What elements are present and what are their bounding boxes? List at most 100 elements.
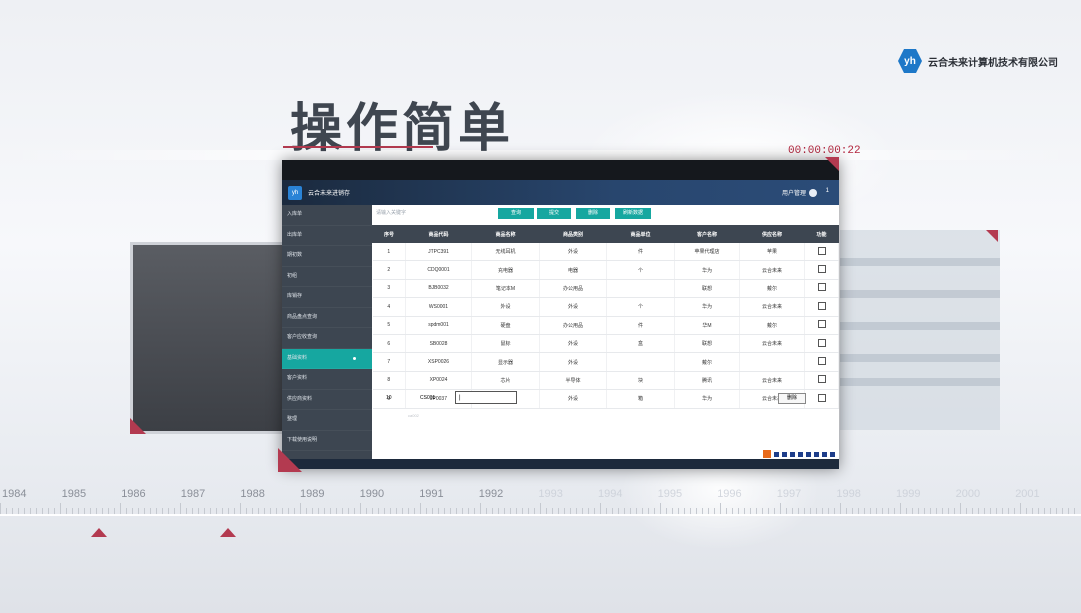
window-top-bar (282, 160, 839, 180)
table-cell: 外设 (471, 297, 540, 317)
app-logo: yh (288, 185, 302, 200)
timeline-year: 1990 (359, 488, 385, 500)
table-cell: 箱 (606, 389, 675, 409)
tray-icon[interactable] (774, 451, 779, 457)
ghost-panel-left (130, 242, 288, 434)
sidebar-item[interactable]: 客户资料 (282, 369, 372, 390)
row-checkbox[interactable] (817, 393, 826, 402)
sidebar-item[interactable]: 供应商资料 (282, 390, 372, 410)
timeline-year: 1987 (180, 488, 206, 500)
timeline-year: 1997 (776, 488, 802, 500)
table-row[interactable]: 8 XP0024 芯片 半导体块腾讯 云合未来 (372, 371, 839, 391)
table-cell: 块 (606, 371, 675, 391)
table-cell: 1 (372, 242, 406, 262)
timeline-year: 1992 (478, 488, 504, 500)
table-cell: 联想 (674, 279, 740, 299)
timeline-year: 1995 (657, 488, 683, 500)
input-method-icon[interactable] (763, 450, 771, 458)
sidebar-item[interactable]: 出库单 (282, 226, 372, 246)
table-cell: 华M (674, 316, 740, 335)
table-cell: 联想 (674, 334, 740, 354)
timeline-axis (0, 514, 1081, 516)
delete-button[interactable]: 删除 (576, 208, 610, 219)
sidebar-item[interactable]: 期初数 (282, 246, 372, 267)
sidebar-item[interactable]: 库销存 (282, 287, 372, 308)
user-menu[interactable]: 用户管理 (782, 188, 817, 197)
table-row[interactable]: 2 CDQ0001 充电器 电器个华为 云合未来 (372, 260, 839, 280)
table-cell (606, 279, 675, 299)
sidebar-item[interactable]: 基础资料 (282, 348, 372, 369)
table-cell: 办公用品 (539, 279, 607, 299)
column-header: 功能 (804, 225, 839, 243)
table-cell: 外设 (539, 334, 607, 354)
tray-icon[interactable] (822, 451, 827, 457)
table-cell: 件 (606, 316, 675, 335)
tray-icon[interactable] (806, 451, 811, 457)
table-row[interactable]: 3 BJB0032 笔记本M 办公用品 联想 戴尔 (372, 279, 839, 299)
table-cell: 4 (372, 297, 406, 317)
table-row[interactable]: 9JP0037键盘外设箱华为云合未来 (372, 389, 839, 409)
table-header: 序号 商品代码 商品名称 商品类别 商品单位 客户名称 供应名称 功能 (372, 225, 839, 243)
app-header: yh 云合未来进销存 用户管理 1 (282, 180, 839, 205)
table-cell: JTPC391 (405, 242, 472, 262)
table-cell (606, 352, 675, 372)
column-header: 商品单位 (606, 225, 675, 243)
slogan-underline (283, 146, 433, 148)
sidebar-item[interactable]: 入库单 (282, 205, 372, 226)
table-cell (804, 316, 839, 335)
row-delete-button[interactable]: 删除 (778, 393, 806, 404)
sidebar-item[interactable]: 整理 (282, 410, 372, 431)
table-cell (804, 260, 839, 280)
table-cell: XP0024 (405, 371, 472, 391)
table-row[interactable]: 7 XSP0026 显示器 外设 戴尔 (372, 352, 839, 372)
row-checkbox[interactable] (817, 375, 826, 384)
user-badge: 1 (825, 188, 829, 194)
taskbar (282, 459, 839, 469)
timeline-marker (91, 528, 107, 537)
sidebar-item[interactable]: 客户应收查询 (282, 328, 372, 349)
table-row[interactable]: 4 WS0001 外设 外设个华为 云合未来 (372, 297, 839, 317)
timeline-marker (220, 528, 236, 537)
company-name: 云合未来计算机技术有限公司 (928, 57, 1058, 69)
table-cell (739, 352, 805, 372)
row-checkbox[interactable] (817, 320, 826, 329)
table-cell: 华为 (674, 260, 740, 280)
tray-icon[interactable] (790, 451, 795, 457)
sidebar-item[interactable]: 初组 (282, 267, 372, 287)
refresh-button[interactable]: 刷新数据 (615, 208, 651, 219)
tray-icon[interactable] (798, 451, 803, 457)
table-cell (804, 352, 839, 372)
timeline-year: 1999 (896, 488, 921, 500)
table-row[interactable]: 6 SB0028 鼠标 外设盒联想 云合未来 (372, 334, 839, 354)
corner-decoration (278, 448, 302, 472)
table-cell: 充电器 (471, 260, 540, 280)
table-cell: 云合未来 (739, 371, 805, 391)
tray-icon[interactable] (814, 451, 819, 457)
row-checkbox[interactable] (817, 265, 826, 274)
row-checkbox[interactable] (817, 283, 826, 292)
product-name-input[interactable]: | (455, 391, 517, 404)
row-checkbox[interactable] (817, 301, 826, 310)
video-timer: 00:00:00:22 (788, 145, 861, 157)
submit-button[interactable]: 提交 (537, 208, 571, 219)
tray-icon[interactable] (782, 451, 787, 457)
table-cell: XSP0026 (405, 352, 472, 372)
table-cell: WS0001 (405, 297, 472, 317)
company-brand: yh 云合未来计算机技术有限公司 (898, 49, 1058, 73)
row-checkbox[interactable] (817, 338, 826, 347)
sidebar-item[interactable]: 商品盘点查询 (282, 308, 372, 328)
table-row[interactable]: 5 spdm001 硬盘 办公用品件华M 戴尔 (372, 316, 839, 335)
table-cell: spdm001 (405, 316, 472, 335)
column-header: 客户名称 (674, 225, 740, 243)
product-table: 序号 商品代码 商品名称 商品类别 商品单位 客户名称 供应名称 功能 1 JTPC391 无线耳… (372, 225, 839, 409)
search-input[interactable]: 请输入关键字 (376, 209, 406, 216)
sidebar: 入库单 出库单 期初数 初组 库销存 商品盘点查询 客户应收查询 基础资料 客户资料 供应商资料整… (282, 205, 372, 459)
column-header: 商品名称 (471, 225, 540, 243)
row-checkbox[interactable] (817, 357, 826, 366)
column-header: 商品类别 (539, 225, 607, 243)
query-button[interactable]: 查询 (498, 208, 534, 219)
table-cell (804, 297, 839, 317)
tray-icon[interactable] (830, 451, 835, 457)
row-checkbox[interactable] (817, 246, 826, 255)
table-row[interactable]: 1 JTPC391 无线耳机 外设件苹果代理店 苹果 (372, 242, 839, 262)
